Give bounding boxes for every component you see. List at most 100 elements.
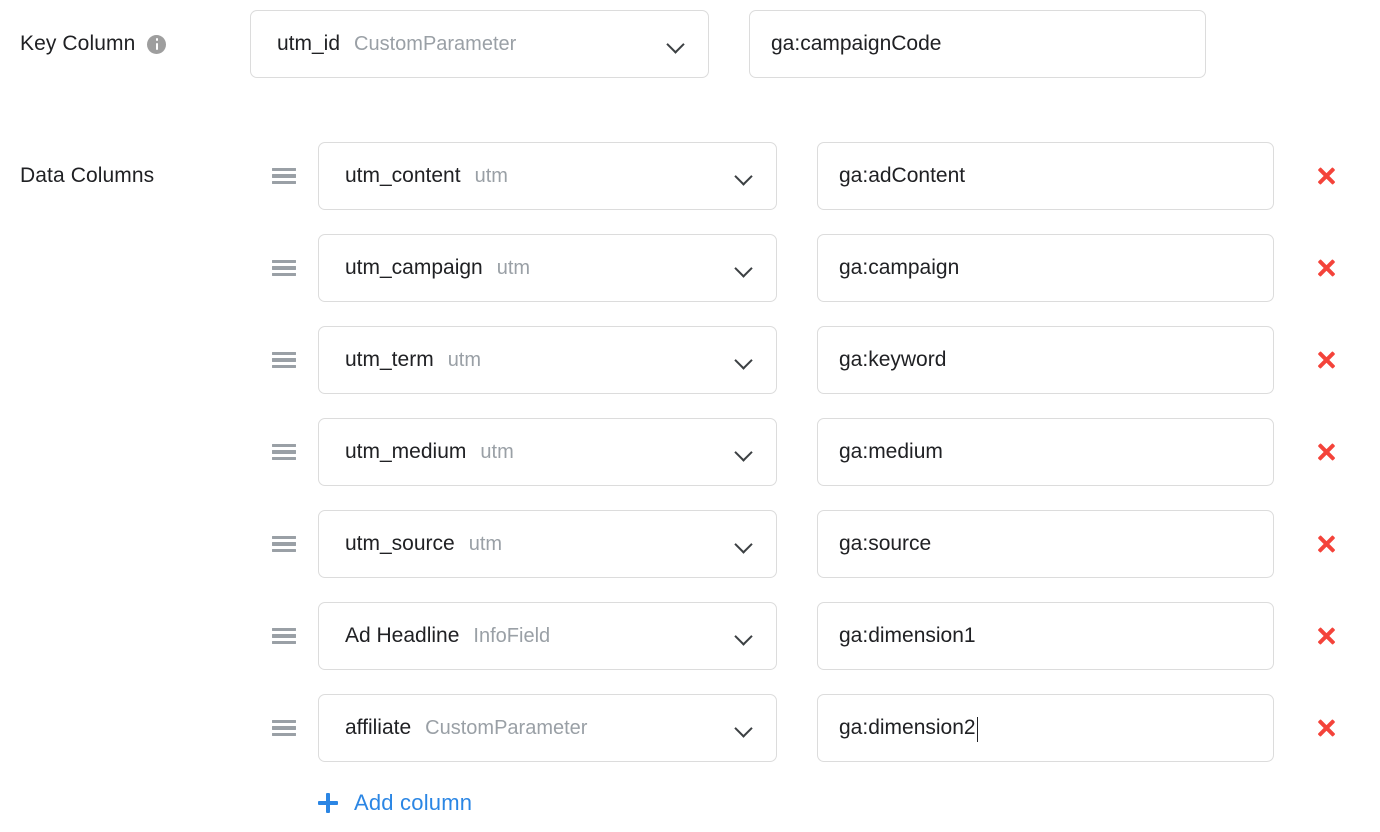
drag-handle-cell[interactable] — [250, 259, 318, 277]
delete-column-cell — [1291, 441, 1380, 463]
drag-handle-cell[interactable] — [250, 167, 318, 185]
add-column-label: Add column — [354, 790, 473, 815]
data-column-input-cell: ga:keyword — [817, 326, 1277, 394]
data-column-mapping-input[interactable]: ga:source — [817, 510, 1274, 578]
info-icon[interactable] — [147, 34, 167, 54]
data-column-row: utm_term utm ga:keyword — [0, 326, 1380, 394]
delete-column-cell — [1291, 257, 1380, 279]
data-column-mapping-input[interactable]: ga:dimension1 — [817, 602, 1274, 670]
data-column-select[interactable]: utm_content utm — [318, 142, 777, 210]
close-icon[interactable] — [1315, 257, 1337, 279]
delete-column-cell — [1291, 717, 1380, 739]
data-column-row: utm_content utm ga:adContent — [0, 142, 1380, 210]
key-column-label: Key Column — [20, 32, 136, 55]
data-column-row: Ad Headline InfoField ga:dimension1 — [0, 602, 1380, 670]
data-column-select-secondary: utm — [480, 440, 514, 463]
delete-column-cell — [1291, 349, 1380, 371]
drag-handle-icon[interactable] — [272, 719, 296, 737]
data-column-input-cell: ga:source — [817, 510, 1277, 578]
data-column-select-primary: utm_campaign — [345, 256, 483, 279]
drag-handle-cell[interactable] — [250, 351, 318, 369]
data-column-input-cell: ga:dimension1 — [817, 602, 1277, 670]
drag-handle-cell[interactable] — [250, 627, 318, 645]
data-column-mapping-input[interactable]: ga:keyword — [817, 326, 1274, 394]
data-column-mapping-value: ga:keyword — [839, 348, 947, 371]
chevron-down-icon — [736, 260, 752, 276]
data-column-row: utm_source utm ga:source — [0, 510, 1380, 578]
data-column-input-cell: ga:medium — [817, 418, 1277, 486]
delete-column-cell — [1291, 625, 1380, 647]
data-column-mapping-value: ga:dimension2 — [839, 716, 976, 739]
close-icon[interactable] — [1315, 717, 1337, 739]
key-column-mapping-value: ga:campaignCode — [771, 32, 942, 55]
data-column-select[interactable]: utm_source utm — [318, 510, 777, 578]
drag-handle-cell[interactable] — [250, 443, 318, 461]
chevron-down-icon — [736, 536, 752, 552]
data-column-select-secondary: CustomParameter — [425, 716, 588, 739]
data-column-select[interactable]: utm_term utm — [318, 326, 777, 394]
data-column-mapping-value: ga:adContent — [839, 164, 966, 187]
chevron-down-icon — [736, 352, 752, 368]
drag-handle-icon[interactable] — [272, 627, 296, 645]
plus-icon — [318, 793, 338, 813]
data-column-input-cell: ga:dimension2 — [817, 694, 1277, 762]
key-column-label-cell: Key Column — [0, 32, 250, 56]
data-column-mapping-value: ga:dimension1 — [839, 624, 976, 647]
close-icon[interactable] — [1315, 533, 1337, 555]
data-column-mapping-input[interactable]: ga:medium — [817, 418, 1274, 486]
data-column-select-secondary: utm — [474, 164, 508, 187]
close-icon[interactable] — [1315, 625, 1337, 647]
data-column-row: utm_medium utm ga:medium — [0, 418, 1380, 486]
data-column-select-primary: affiliate — [345, 716, 412, 739]
key-column-row: Key Column utm_id CustomParameter ga:cam… — [0, 10, 1380, 78]
drag-handle-icon[interactable] — [272, 443, 296, 461]
drag-handle-icon[interactable] — [272, 259, 296, 277]
add-column-button[interactable]: Add column — [318, 790, 472, 816]
text-caret — [976, 716, 979, 742]
key-column-select[interactable]: utm_id CustomParameter — [250, 10, 709, 78]
drag-handle-icon[interactable] — [272, 535, 296, 553]
drag-handle-cell[interactable] — [250, 719, 318, 737]
drag-handle-icon[interactable] — [272, 351, 296, 369]
data-column-select-cell: affiliate CustomParameter — [318, 694, 778, 762]
data-column-input-cell: ga:campaign — [817, 234, 1277, 302]
data-column-select-secondary: utm — [447, 348, 482, 371]
key-column-select-secondary: CustomParameter — [354, 32, 517, 55]
data-column-select[interactable]: Ad Headline InfoField — [318, 602, 777, 670]
data-column-mapping-input[interactable]: ga:adContent — [817, 142, 1274, 210]
data-column-input-cell: ga:adContent — [817, 142, 1277, 210]
data-column-select[interactable]: utm_campaign utm — [318, 234, 777, 302]
add-column-row: Add column — [0, 778, 1380, 828]
chevron-down-icon — [736, 628, 752, 644]
drag-handle-icon[interactable] — [272, 167, 296, 185]
data-column-select-primary: utm_term — [345, 348, 434, 371]
data-column-select-secondary: utm — [468, 532, 503, 555]
data-column-select-cell: utm_content utm — [318, 142, 778, 210]
data-column-mapping-value: ga:source — [839, 532, 932, 555]
data-column-row: utm_campaign utm ga:campaign — [0, 234, 1380, 302]
chevron-down-icon — [736, 720, 752, 736]
data-column-select-cell: Ad Headline InfoField — [318, 602, 778, 670]
drag-handle-cell[interactable] — [250, 535, 318, 553]
data-column-mapping-input[interactable]: ga:dimension2 — [817, 694, 1274, 762]
data-column-mapping-value: ga:campaign — [839, 256, 960, 279]
close-icon[interactable] — [1315, 349, 1337, 371]
key-column-mapping-input[interactable]: ga:campaignCode — [749, 10, 1206, 78]
data-column-select-primary: utm_medium — [345, 440, 467, 463]
delete-column-cell — [1291, 533, 1380, 555]
key-column-select-primary: utm_id — [277, 32, 341, 55]
close-icon[interactable] — [1315, 441, 1337, 463]
column-mapping-form: Key Column utm_id CustomParameter ga:cam… — [0, 0, 1380, 832]
data-column-mapping-value: ga:medium — [839, 440, 943, 463]
data-column-mapping-input[interactable]: ga:campaign — [817, 234, 1274, 302]
data-column-select-primary: Ad Headline — [345, 624, 460, 647]
data-column-select-secondary: InfoField — [473, 624, 551, 647]
data-column-select-cell: utm_term utm — [318, 326, 778, 394]
data-column-select-cell: utm_campaign utm — [318, 234, 778, 302]
data-column-select[interactable]: utm_medium utm — [318, 418, 777, 486]
data-column-select[interactable]: affiliate CustomParameter — [318, 694, 777, 762]
data-column-select-cell: utm_source utm — [318, 510, 778, 578]
close-icon[interactable] — [1315, 165, 1337, 187]
data-column-select-primary: utm_content — [345, 164, 461, 187]
key-column-select-cell: utm_id CustomParameter — [250, 10, 710, 78]
